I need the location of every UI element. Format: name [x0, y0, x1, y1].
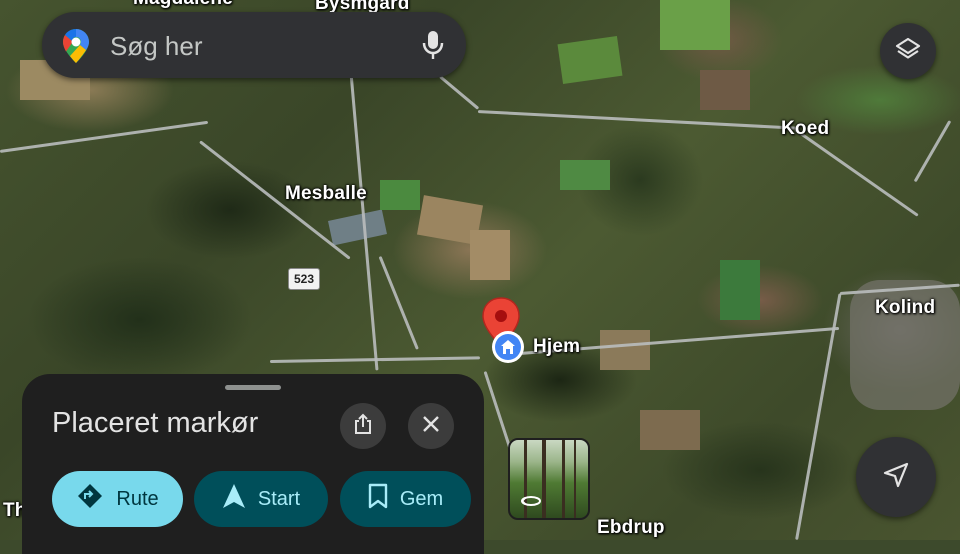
road — [378, 255, 419, 350]
directions-icon — [76, 482, 104, 516]
start-button-label: Start — [257, 487, 301, 510]
save-button[interactable]: Gem — [340, 471, 471, 527]
route-button-label: Rute — [116, 487, 159, 510]
field-patch — [560, 160, 610, 190]
dropped-pin-sheet[interactable]: Placeret markør Rute Start Gem — [22, 374, 484, 554]
road-number-shield: 523 — [288, 268, 320, 290]
route-button[interactable]: Rute — [52, 471, 183, 527]
navigation-start-icon — [222, 483, 246, 515]
field-patch — [720, 260, 760, 320]
home-marker[interactable] — [492, 331, 524, 363]
start-button[interactable]: Start — [194, 471, 328, 527]
search-bar[interactable]: Søg her — [42, 12, 466, 78]
share-icon — [353, 413, 373, 440]
field-patch — [640, 410, 700, 450]
place-label-koed[interactable]: Koed — [781, 118, 829, 140]
close-button[interactable] — [408, 403, 454, 449]
road — [0, 120, 209, 153]
place-label-mesballe[interactable]: Mesballe — [285, 183, 367, 205]
my-location-button[interactable] — [856, 437, 936, 517]
street-view-thumbnail[interactable] — [508, 438, 590, 520]
road — [477, 110, 798, 130]
place-label-ebdrup[interactable]: Ebdrup — [597, 517, 665, 539]
road — [794, 128, 919, 217]
field-patch — [700, 70, 750, 110]
place-label-kolind[interactable]: Kolind — [875, 297, 935, 319]
place-label-top-left: Magdalene — [133, 0, 233, 10]
place-label-hjem[interactable]: Hjem — [533, 336, 580, 358]
tree-trunk — [542, 440, 546, 518]
tree-trunk — [574, 440, 576, 518]
bookmark-icon — [368, 483, 388, 515]
layers-icon — [895, 36, 921, 67]
tree-trunk — [562, 440, 565, 518]
search-input[interactable]: Søg her — [110, 31, 203, 62]
field-patch — [470, 230, 510, 280]
field-patch — [328, 209, 387, 246]
sheet-title: Placeret markør — [52, 407, 259, 439]
share-button[interactable] — [340, 403, 386, 449]
google-maps-pin-icon — [62, 28, 90, 69]
close-icon — [422, 415, 440, 438]
field-patch — [380, 180, 420, 210]
drag-handle[interactable] — [225, 385, 281, 390]
home-icon — [495, 334, 521, 360]
field-patch — [660, 0, 730, 50]
navigation-arrow-icon — [882, 461, 910, 494]
microphone-icon[interactable] — [422, 30, 444, 65]
street-view-rotate-icon — [520, 494, 542, 512]
save-button-label: Gem — [399, 487, 444, 510]
layers-button[interactable] — [880, 23, 936, 79]
road — [439, 75, 480, 110]
field-patch — [600, 330, 650, 370]
field-patch — [557, 36, 623, 84]
road — [913, 120, 952, 183]
